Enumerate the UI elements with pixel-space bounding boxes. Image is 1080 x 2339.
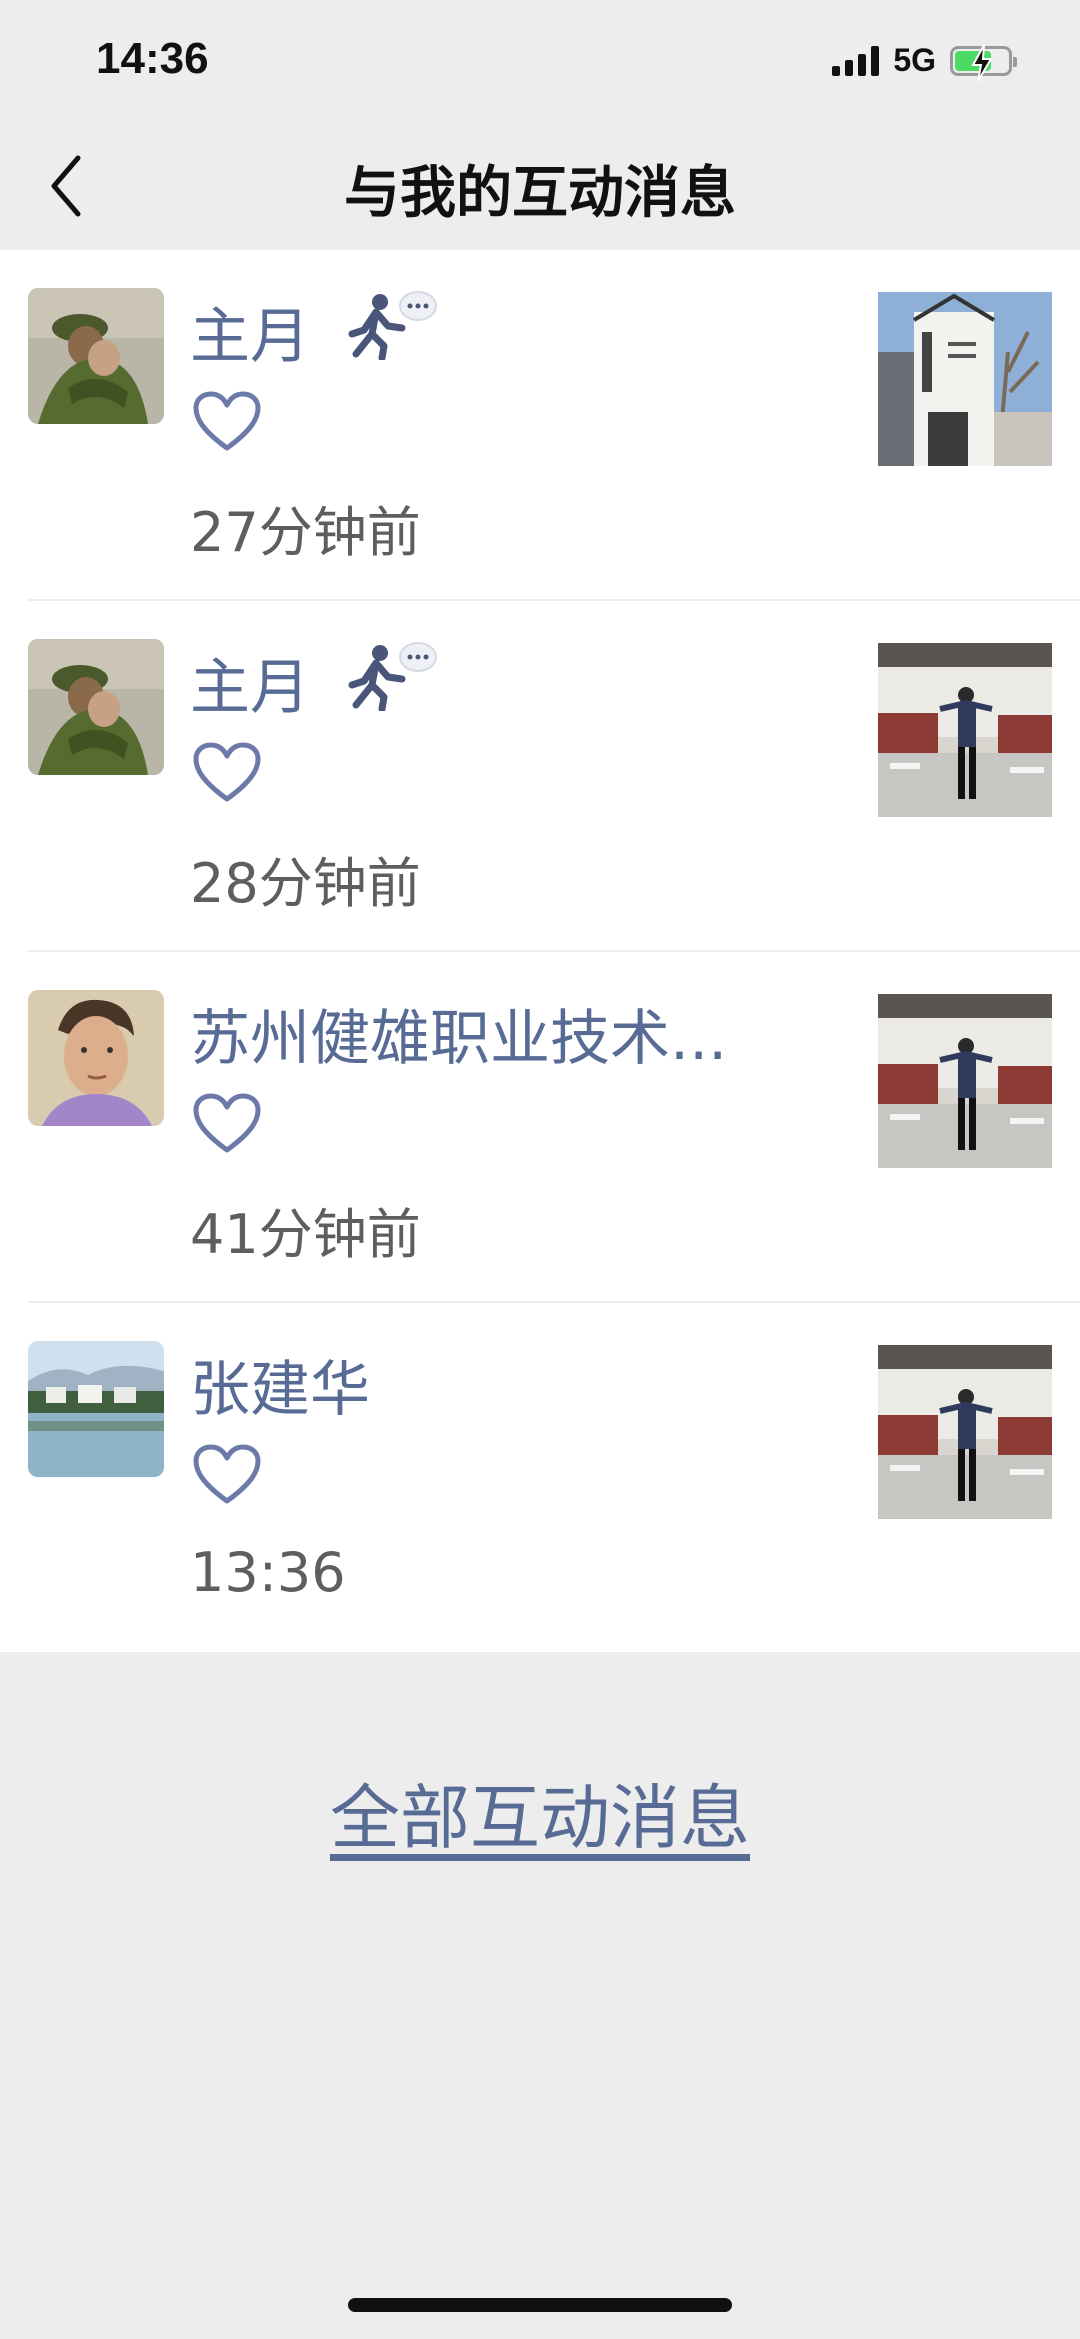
heart-outline-icon: [193, 391, 261, 451]
message-list: 主月 27分钟前 主月 28分钟前 苏州健雄职业技术... 41分钟前 张建华 …: [0, 250, 1080, 1652]
post-thumbnail[interactable]: [878, 994, 1052, 1168]
running-status-icon: [348, 642, 437, 711]
list-item[interactable]: 苏州健雄职业技术... 41分钟前: [0, 952, 1080, 1303]
list-item[interactable]: 主月 28分钟前: [0, 601, 1080, 952]
avatar[interactable]: [28, 639, 164, 775]
status-indicators: 5G: [832, 42, 1017, 82]
post-thumbnail[interactable]: [878, 643, 1052, 817]
user-name[interactable]: 张建华: [190, 1341, 370, 1428]
status-bar: 14:36 5G: [0, 0, 1080, 120]
user-name[interactable]: 主月: [190, 639, 310, 726]
timestamp: 28分钟前: [190, 852, 421, 915]
avatar[interactable]: [28, 288, 164, 424]
charging-bolt-icon: [971, 44, 993, 82]
navigation-bar: 与我的互动消息: [0, 120, 1080, 250]
timestamp: 41分钟前: [190, 1203, 421, 1266]
home-indicator[interactable]: [348, 2298, 732, 2312]
heart-outline-icon: [193, 1444, 261, 1504]
list-item[interactable]: 张建华 13:36: [0, 1303, 1080, 1654]
timestamp: 13:36: [190, 1541, 346, 1604]
avatar[interactable]: [28, 1341, 164, 1477]
avatar[interactable]: [28, 990, 164, 1126]
network-label: 5G: [893, 42, 936, 78]
all-messages-link[interactable]: 全部互动消息: [0, 1762, 1080, 1863]
heart-outline-icon: [193, 1093, 261, 1153]
post-thumbnail[interactable]: [878, 292, 1052, 466]
user-name[interactable]: 主月: [190, 288, 310, 375]
heart-outline-icon: [193, 742, 261, 802]
timestamp: 27分钟前: [190, 501, 421, 564]
list-item[interactable]: 主月 27分钟前: [0, 250, 1080, 601]
page-title: 与我的互动消息: [344, 161, 736, 226]
running-status-icon: [348, 291, 437, 360]
user-name[interactable]: 苏州健雄职业技术...: [190, 990, 727, 1077]
post-thumbnail[interactable]: [878, 1345, 1052, 1519]
battery-icon: [950, 44, 1017, 82]
signal-icon: [832, 45, 880, 76]
status-time: 14:36: [96, 34, 209, 83]
